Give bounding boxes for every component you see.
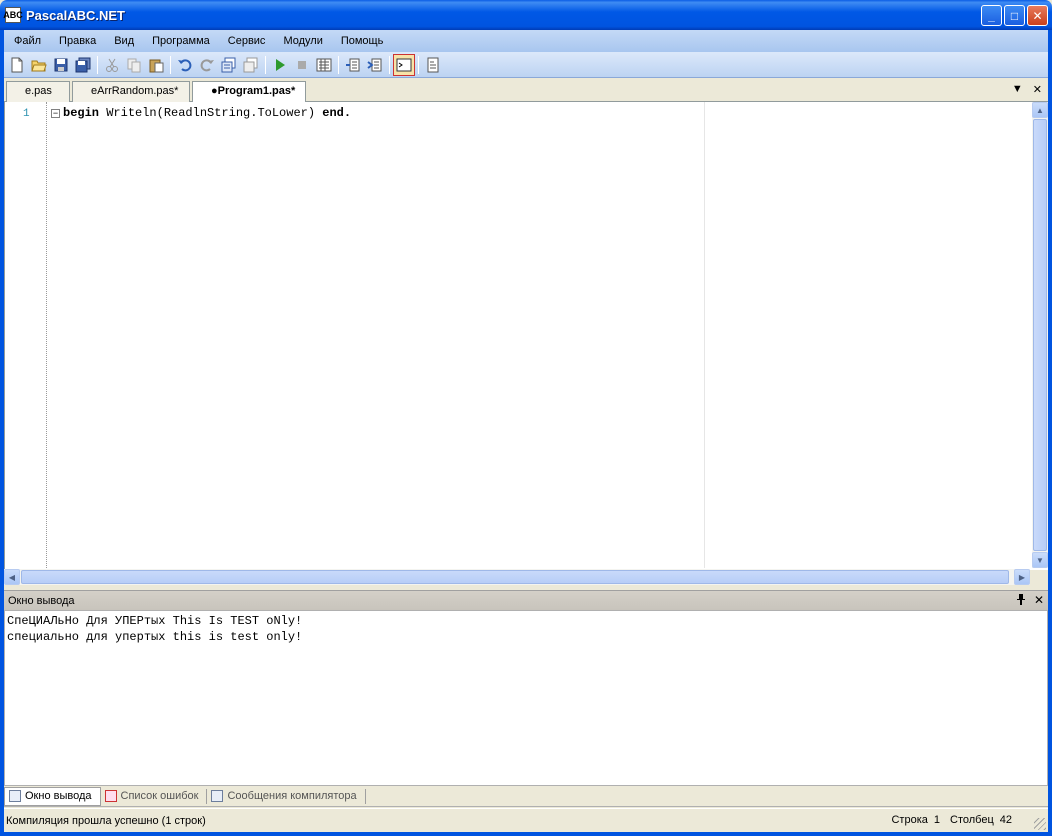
bottom-panel-tabs: Окно вывода Список ошибок Сообщения комп… <box>4 786 1048 807</box>
output-pane-title: Окно вывода <box>8 594 75 607</box>
document-tabs: e.pas eArrRandom.pas* ●Program1.pas* ▼ ✕ <box>4 79 1048 103</box>
pin-icon[interactable] <box>1016 593 1026 608</box>
output-window[interactable]: СпеЦИАЛьНо Для УПЕРтых This Is TEST oNly… <box>4 610 1048 786</box>
tab-program1-pas[interactable]: ●Program1.pas* <box>192 81 306 103</box>
toolbar-separator <box>170 55 171 74</box>
right-margin-guide <box>704 102 705 568</box>
title-bar[interactable]: ABC PascalABC.NET _ □ ✕ <box>0 0 1052 30</box>
window-frame-right <box>1048 30 1052 836</box>
keyword-end: end. <box>322 106 352 120</box>
menu-view[interactable]: Вид <box>105 35 143 47</box>
menu-help[interactable]: Помощь <box>332 35 393 47</box>
compile-icon[interactable] <box>313 54 335 76</box>
line-number: 1 <box>23 108 30 120</box>
compiler-messages-icon <box>211 790 224 802</box>
stop-icon[interactable] <box>291 54 313 76</box>
cursor-position: Строка 1 Столбец 42 <box>891 814 1012 826</box>
form-designer-icon[interactable] <box>422 54 444 76</box>
scroll-down-icon[interactable]: ▼ <box>1032 552 1048 568</box>
output-line: СпеЦИАЛьНо Для УПЕРтых This Is TEST oNly… <box>7 614 303 628</box>
undo-icon[interactable] <box>174 54 196 76</box>
vertical-scroll-thumb[interactable] <box>1033 119 1047 551</box>
tab-dropdown-icon[interactable]: ▼ <box>1012 83 1023 96</box>
menu-bar: Файл Правка Вид Программа Сервис Модули … <box>4 30 1048 52</box>
window-frame-bottom <box>0 832 1052 836</box>
toolbar-separator <box>97 55 98 74</box>
code-editor[interactable]: 1 − begin Writeln(ReadlnString.ToLower) … <box>4 102 1048 570</box>
tab-error-list[interactable]: Список ошибок <box>101 788 208 804</box>
code-body: Writeln(ReadlnString.ToLower) <box>99 106 323 120</box>
tab-compiler-messages[interactable]: Сообщения компилятора <box>207 788 366 804</box>
editor-vertical-scrollbar[interactable]: ▲ ▼ <box>1032 102 1048 568</box>
tab-compiler-messages-label: Сообщения компилятора <box>227 790 357 802</box>
resize-grip-icon[interactable] <box>1034 818 1046 830</box>
column-value: 42 <box>999 814 1012 826</box>
minimize-button[interactable]: _ <box>981 5 1002 26</box>
tab-output-window[interactable]: Окно вывода <box>4 786 101 806</box>
toolbar-separator <box>389 55 390 74</box>
toolbar-separator <box>338 55 339 74</box>
window-controls: _ □ ✕ <box>981 5 1048 26</box>
line-gutter: 1 <box>5 102 47 568</box>
cut-icon[interactable] <box>101 54 123 76</box>
horizontal-scroll-thumb[interactable] <box>21 570 1009 584</box>
run-icon[interactable] <box>269 54 291 76</box>
step-in-icon[interactable] <box>342 54 364 76</box>
menu-modules[interactable]: Модули <box>274 35 331 47</box>
toolbar <box>4 52 1048 78</box>
tab-output-window-label: Окно вывода <box>25 790 92 802</box>
editor-horizontal-scrollbar[interactable]: ◀ ▶ <box>4 569 1030 585</box>
scroll-left-icon[interactable]: ◀ <box>4 569 20 585</box>
new-icon[interactable] <box>6 54 28 76</box>
redo-icon[interactable] <box>196 54 218 76</box>
close-button[interactable]: ✕ <box>1027 5 1048 26</box>
toolbar-separator <box>265 55 266 74</box>
tab-close-icon[interactable]: ✕ <box>1033 83 1042 96</box>
status-message: Компиляция прошла успешно (1 строк) <box>6 814 206 827</box>
scroll-right-icon[interactable]: ▶ <box>1014 569 1030 585</box>
fold-toggle-icon[interactable]: − <box>51 109 60 118</box>
window-title: PascalABC.NET <box>26 7 125 23</box>
row-value: 1 <box>933 814 940 826</box>
tab-e-pas[interactable]: e.pas <box>6 81 70 102</box>
tab-earrrandom-pas[interactable]: eArrRandom.pas* <box>72 81 190 102</box>
copy-icon[interactable] <box>123 54 145 76</box>
comment-icon[interactable] <box>218 54 240 76</box>
scroll-up-icon[interactable]: ▲ <box>1032 102 1048 118</box>
toolbar-separator <box>418 55 419 74</box>
output-pane-header: Окно вывода ✕ <box>4 590 1048 610</box>
keyword-begin: begin <box>63 106 100 120</box>
tab-error-list-label: Список ошибок <box>120 790 199 802</box>
status-bar: Компиляция прошла успешно (1 строк) Стро… <box>4 808 1048 832</box>
output-window-icon[interactable] <box>393 53 415 76</box>
step-over-icon[interactable] <box>364 54 386 76</box>
error-list-icon <box>104 790 117 802</box>
output-pane-controls: ✕ <box>1016 593 1044 608</box>
save-all-icon[interactable] <box>72 54 94 76</box>
output-line: специально для упертых this is test only… <box>7 630 303 644</box>
save-icon[interactable] <box>50 54 72 76</box>
menu-program[interactable]: Программа <box>143 35 219 47</box>
menu-file[interactable]: Файл <box>4 35 50 47</box>
output-close-icon[interactable]: ✕ <box>1034 593 1044 608</box>
menu-service[interactable]: Сервис <box>219 35 275 47</box>
code-line[interactable]: begin Writeln(ReadlnString.ToLower) end. <box>63 106 351 120</box>
column-label: Столбец <box>950 814 994 826</box>
output-window-tab-icon <box>9 790 21 802</box>
maximize-button[interactable]: □ <box>1004 5 1025 26</box>
open-icon[interactable] <box>28 54 50 76</box>
row-label: Строка <box>891 814 928 826</box>
app-icon: ABC <box>3 7 23 23</box>
tab-controls: ▼ ✕ <box>1012 83 1042 96</box>
uncomment-icon[interactable] <box>240 54 262 76</box>
menu-edit[interactable]: Правка <box>50 35 105 47</box>
paste-icon[interactable] <box>145 54 167 76</box>
